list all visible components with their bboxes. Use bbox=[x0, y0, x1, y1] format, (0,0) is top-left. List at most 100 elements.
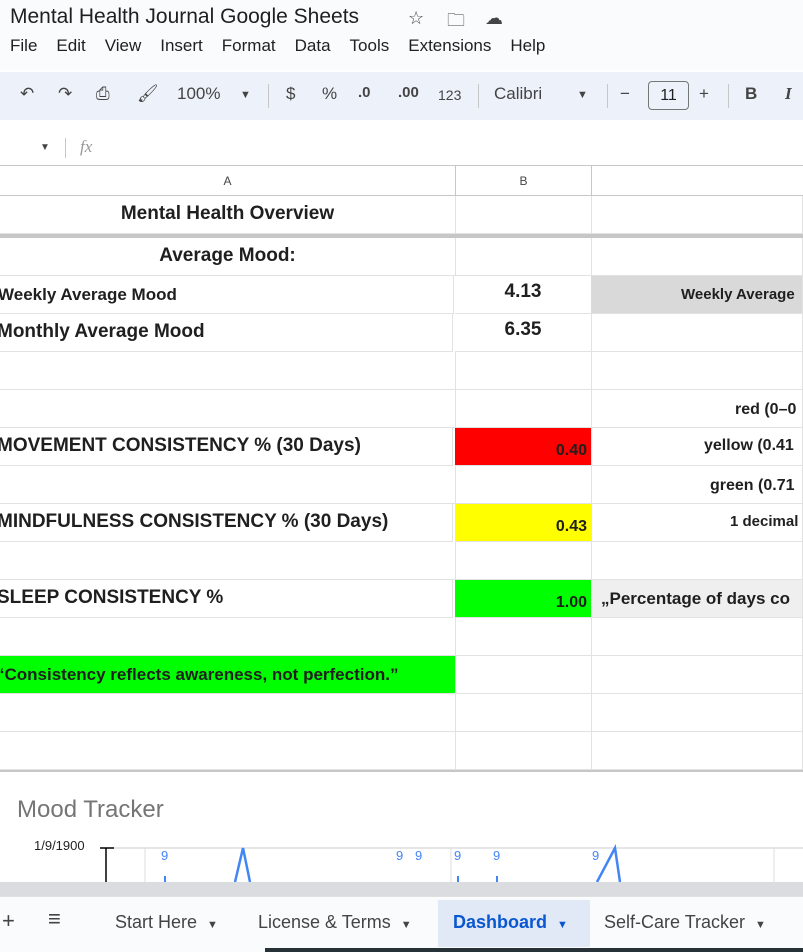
cell[interactable] bbox=[0, 390, 456, 428]
cell[interactable] bbox=[455, 542, 592, 580]
cell[interactable] bbox=[591, 542, 803, 580]
menu-insert[interactable]: Insert bbox=[160, 36, 203, 56]
cell-mindfulness-value[interactable]: 0.43 bbox=[455, 504, 592, 542]
cell-legend-yellow[interactable]: yellow (0.41 bbox=[591, 428, 803, 466]
cell-sleep-note[interactable]: „Percentage of days co bbox=[591, 580, 803, 618]
star-icon[interactable]: ☆ bbox=[408, 8, 424, 29]
add-sheet-button[interactable]: + bbox=[2, 908, 15, 934]
formula-input[interactable] bbox=[110, 138, 790, 158]
cell-legend-decimal[interactable]: 1 decimal bbox=[591, 504, 803, 542]
redo-icon[interactable]: ↷ bbox=[58, 84, 72, 104]
cell[interactable] bbox=[455, 238, 592, 276]
sheet-tab-dashboard[interactable]: Dashboard ▼ bbox=[438, 900, 590, 947]
cell[interactable] bbox=[591, 314, 803, 352]
cell[interactable] bbox=[591, 196, 803, 234]
cell[interactable] bbox=[455, 694, 592, 732]
cell[interactable] bbox=[455, 656, 592, 694]
currency-format-button[interactable]: $ bbox=[286, 84, 295, 104]
more-formats-button[interactable]: 123 bbox=[438, 87, 461, 103]
cell[interactable] bbox=[455, 732, 592, 770]
bold-button[interactable]: B bbox=[745, 84, 757, 104]
cell[interactable] bbox=[455, 196, 592, 234]
fx-icon: fx bbox=[80, 137, 93, 156]
cell[interactable] bbox=[591, 656, 803, 694]
menu-data[interactable]: Data bbox=[295, 36, 331, 56]
all-sheets-button[interactable]: ≡ bbox=[48, 906, 61, 932]
menu-extensions[interactable]: Extensions bbox=[408, 36, 491, 56]
cell[interactable] bbox=[455, 390, 592, 428]
cell-overview-title[interactable]: Mental Health Overview bbox=[0, 196, 456, 234]
sheet-tab-self-care-tracker[interactable]: Self-Care Tracker ▼ bbox=[594, 900, 776, 944]
menu-edit[interactable]: Edit bbox=[56, 36, 85, 56]
print-icon[interactable]: ⎙ bbox=[96, 84, 110, 104]
cell-legend-green[interactable]: green (0.71 bbox=[591, 466, 803, 504]
cell-weekly-label[interactable]: Weekly Average Mood bbox=[0, 276, 454, 314]
cloud-saved-icon[interactable]: ☁ bbox=[485, 8, 503, 29]
cell[interactable] bbox=[591, 694, 803, 732]
cell[interactable] bbox=[0, 694, 456, 732]
menu-format[interactable]: Format bbox=[222, 36, 276, 56]
menu-tools[interactable]: Tools bbox=[350, 36, 390, 56]
increase-font-size-button[interactable]: + bbox=[699, 84, 709, 104]
data-label: 9 bbox=[396, 848, 404, 863]
chevron-down-icon[interactable]: ▼ bbox=[557, 919, 568, 931]
cell[interactable] bbox=[0, 466, 456, 504]
cell-movement-value[interactable]: 0.40 bbox=[455, 428, 592, 466]
cell[interactable] bbox=[0, 732, 456, 770]
cell-weekly-note[interactable]: Weekly Average bbox=[591, 276, 803, 314]
zoom-select[interactable]: 100% bbox=[177, 84, 220, 104]
cell-weekly-value[interactable]: 4.13 bbox=[455, 276, 592, 314]
undo-icon[interactable]: ↶ bbox=[20, 84, 34, 104]
decrease-font-size-button[interactable]: − bbox=[620, 84, 630, 104]
horizontal-scrollbar[interactable] bbox=[0, 882, 803, 896]
mood-tracker-chart[interactable]: Mood Tracker 1/9/1900 9 9 9 9 9 9 bbox=[0, 772, 803, 882]
divider bbox=[478, 84, 479, 108]
cell[interactable] bbox=[591, 732, 803, 770]
column-header-a[interactable]: A bbox=[0, 166, 456, 196]
chevron-down-icon[interactable]: ▼ bbox=[577, 89, 588, 101]
column-headers: A B bbox=[0, 166, 803, 196]
cell[interactable] bbox=[0, 542, 456, 580]
paint-format-icon[interactable]: 🖌 bbox=[137, 84, 159, 104]
cell-sleep-label[interactable]: SLEEP CONSISTENCY % bbox=[0, 580, 453, 618]
cell-movement-label[interactable]: MOVEMENT CONSISTENCY % (30 Days) bbox=[0, 428, 453, 466]
cell[interactable] bbox=[455, 352, 592, 390]
data-label: 9 bbox=[592, 848, 600, 863]
cell-monthly-label[interactable]: Monthly Average Mood bbox=[0, 314, 453, 352]
chevron-down-icon[interactable]: ▼ bbox=[755, 919, 766, 931]
cell-monthly-value[interactable]: 6.35 bbox=[455, 314, 592, 352]
cell-mindfulness-label[interactable]: MINDFULNESS CONSISTENCY % (30 Days) bbox=[0, 504, 453, 542]
sheet-tab-license-terms[interactable]: License & Terms ▼ bbox=[248, 900, 422, 944]
series-line bbox=[595, 844, 622, 882]
chart-plot bbox=[100, 844, 803, 882]
document-title[interactable]: Mental Health Journal Google Sheets bbox=[10, 5, 359, 29]
cell-legend-red[interactable]: red (0–0 bbox=[591, 390, 803, 428]
cell[interactable] bbox=[0, 618, 456, 656]
menu-view[interactable]: View bbox=[105, 36, 142, 56]
chevron-down-icon[interactable]: ▼ bbox=[207, 919, 218, 931]
data-label: 9 bbox=[161, 848, 169, 863]
chevron-down-icon[interactable]: ▼ bbox=[401, 919, 412, 931]
percent-format-button[interactable]: % bbox=[322, 84, 337, 104]
cell-average-mood-label[interactable]: Average Mood: bbox=[0, 238, 456, 276]
cell[interactable] bbox=[455, 618, 592, 656]
italic-button[interactable]: I bbox=[785, 84, 792, 104]
move-folder-icon[interactable]: 🗀 bbox=[447, 8, 465, 38]
font-select[interactable]: Calibri bbox=[494, 84, 542, 104]
column-header-b[interactable]: B bbox=[456, 166, 592, 196]
menu-help[interactable]: Help bbox=[510, 36, 545, 56]
name-box-dropdown-icon[interactable]: ▼ bbox=[40, 142, 50, 153]
cell[interactable] bbox=[591, 238, 803, 276]
chevron-down-icon[interactable]: ▼ bbox=[240, 89, 251, 101]
font-size-input[interactable]: 11 bbox=[648, 81, 689, 110]
sheet-tab-start-here[interactable]: Start Here ▼ bbox=[105, 900, 228, 944]
cell[interactable] bbox=[455, 466, 592, 504]
cell[interactable] bbox=[591, 618, 803, 656]
cell[interactable] bbox=[0, 352, 456, 390]
cell[interactable] bbox=[591, 352, 803, 390]
increase-decimal-button[interactable]: .00 bbox=[398, 84, 419, 101]
decrease-decimal-button[interactable]: .0 bbox=[358, 84, 371, 101]
cell-quote[interactable]: “Consistency reflects awareness, not per… bbox=[0, 656, 456, 694]
cell-sleep-value[interactable]: 1.00 bbox=[455, 580, 592, 618]
menu-file[interactable]: File bbox=[10, 36, 37, 56]
